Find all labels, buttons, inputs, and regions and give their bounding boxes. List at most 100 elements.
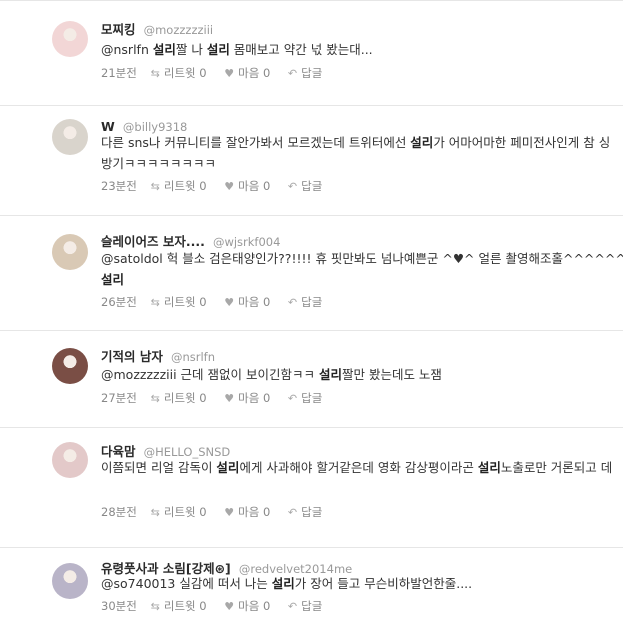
- tweet-header: 기적의 남자 @nsrlfn: [101, 346, 215, 365]
- username-handle[interactable]: @nsrlfn: [171, 350, 215, 364]
- display-name[interactable]: 기적의 남자: [101, 349, 163, 364]
- retweet-button[interactable]: ⇆ 리트윗 0: [151, 178, 207, 194]
- like-button[interactable]: ♥ 마음 0: [224, 178, 270, 194]
- tweet-actions: 27분전 ⇆ 리트윗 0 ♥ 마음 0 ↶ 답글: [101, 390, 336, 406]
- like-button[interactable]: ♥ 마음 0: [224, 504, 270, 520]
- heart-icon: ♥: [224, 67, 235, 80]
- tweet-text: @so740013 실감에 떠서 나는 설리가 장어 들고 무슨비하발언한줄..…: [101, 573, 623, 594]
- timestamp-link[interactable]: 21분전: [101, 65, 147, 81]
- mention-text[interactable]: @nsrlfn: [101, 42, 153, 57]
- username-handle[interactable]: @wjsrkf004: [213, 235, 280, 249]
- highlight-keyword: 설리: [477, 460, 501, 475]
- reply-button[interactable]: ↶ 답글: [288, 294, 322, 310]
- reply-icon: ↶: [287, 506, 298, 519]
- like-button[interactable]: ♥ 마음 0: [224, 294, 270, 310]
- reply-label: 답글: [301, 179, 323, 193]
- timestamp-link[interactable]: 26분전: [101, 294, 147, 310]
- reply-button[interactable]: ↶ 답글: [288, 65, 322, 81]
- retweet-button[interactable]: ⇆ 리트윗 0: [151, 65, 207, 81]
- tweet-text-segment: 가 장어 들고 무슨비하발언한줄....: [294, 576, 473, 591]
- mention-text[interactable]: @so740013 실감에 떠서 나는: [101, 576, 272, 591]
- tweet-item: 다육맘 @HELLO_SNSD 이쯤되면 리얼 감독이 설리에게 사과해야 할거…: [0, 427, 623, 547]
- reply-label: 답글: [301, 505, 323, 519]
- retweet-button[interactable]: ⇆ 리트윗 0: [151, 504, 207, 520]
- mention-text[interactable]: @satoldol 헉 블소 검은태양인가??!!!! 휴 핏만봐도 넘나예쁜군…: [101, 251, 623, 266]
- avatar[interactable]: [52, 563, 88, 599]
- tweet-item: 슬레이어즈 보자.... @wjsrkf004 @satoldol 헉 블소 검…: [0, 215, 623, 330]
- highlight-keyword: 설리: [152, 42, 176, 57]
- tweet-text-segment: 이쯤되면 리얼 감독이: [101, 460, 217, 475]
- display-name[interactable]: 슬레이어즈 보자....: [101, 234, 205, 249]
- highlight-keyword: 설리: [206, 42, 230, 57]
- tweet-text-segment: 다른 sns나 커뮤니티를 잘안가봐서 모르겠는데 트위터에선: [101, 135, 411, 150]
- retweet-button[interactable]: ⇆ 리트윗 0: [151, 598, 207, 614]
- like-button[interactable]: ♥ 마음 0: [224, 390, 270, 406]
- retweet-label: 리트윗 0: [163, 66, 207, 80]
- highlight-keyword: 설리: [216, 460, 240, 475]
- tweet-text: @mozzzzziii 근데 잼없이 보이긴함ㅋㅋ 설리짤만 봤는데도 노잼: [101, 364, 623, 385]
- tweet-text: 이쯤되면 리얼 감독이 설리에게 사과해야 할거같은데 영화 감상평이라곤 설리…: [101, 457, 623, 478]
- tweet-text-segment: 짤만 봤는데도 노잼: [341, 367, 442, 382]
- avatar[interactable]: [52, 119, 88, 155]
- tweet-text: @satoldol 헉 블소 검은태양인가??!!!! 휴 핏만봐도 넘나예쁜군…: [101, 248, 623, 290]
- highlight-keyword: 설리: [410, 135, 434, 150]
- reply-icon: ↶: [287, 296, 298, 309]
- display-name[interactable]: 모찌킹: [101, 22, 136, 37]
- timestamp-link[interactable]: 30분전: [101, 598, 147, 614]
- heart-icon: ♥: [224, 392, 235, 405]
- retweet-label: 리트윗 0: [163, 599, 207, 613]
- reply-label: 답글: [301, 391, 323, 405]
- tweet-text: 다른 sns나 커뮤니티를 잘안가봐서 모르겠는데 트위터에선 설리가 어마어마…: [101, 132, 623, 174]
- timestamp-link[interactable]: 27분전: [101, 390, 147, 406]
- heart-icon: ♥: [224, 600, 235, 613]
- reply-icon: ↶: [287, 600, 298, 613]
- tweet-item: 유령풋사과 소림[강제⊛] @redvelvet2014me @so740013…: [0, 547, 623, 622]
- timestamp-link[interactable]: 23분전: [101, 178, 147, 194]
- tweet-text-segment: 몸매보고 약간 넋 봤는대...: [229, 42, 373, 57]
- tweet-text: @nsrlfn 설리짤 나 설리 몸매보고 약간 넋 봤는대...: [101, 39, 623, 60]
- tweet-item: 기적의 남자 @nsrlfn @mozzzzziii 근데 잼없이 보이긴함ㅋㅋ…: [0, 330, 623, 427]
- reply-button[interactable]: ↶ 답글: [288, 390, 322, 406]
- reply-icon: ↶: [287, 180, 298, 193]
- avatar[interactable]: [52, 21, 88, 57]
- tweet-actions: 23분전 ⇆ 리트윗 0 ♥ 마음 0 ↶ 답글: [101, 178, 336, 194]
- mention-text[interactable]: @mozzzzziii 근데 잼없이 보이긴함ㅋㅋ: [101, 367, 319, 382]
- reply-button[interactable]: ↶ 답글: [288, 178, 322, 194]
- retweet-icon: ⇆: [150, 180, 160, 193]
- retweet-label: 리트윗 0: [163, 295, 207, 309]
- tweet-actions: 28분전 ⇆ 리트윗 0 ♥ 마음 0 ↶ 답글: [101, 504, 336, 520]
- tweet-text-segment: 노출로만 거론되고 데: [500, 460, 613, 475]
- retweet-label: 리트윗 0: [163, 505, 207, 519]
- reply-label: 답글: [301, 295, 323, 309]
- tweet-text-segment: 짤 나: [175, 42, 207, 57]
- tweet-actions: 21분전 ⇆ 리트윗 0 ♥ 마음 0 ↶ 답글: [101, 65, 336, 81]
- retweet-button[interactable]: ⇆ 리트윗 0: [151, 390, 207, 406]
- reply-button[interactable]: ↶ 답글: [288, 504, 322, 520]
- avatar[interactable]: [52, 442, 88, 478]
- tweet-actions: 26분전 ⇆ 리트윗 0 ♥ 마음 0 ↶ 답글: [101, 294, 336, 310]
- reply-label: 답글: [301, 599, 323, 613]
- tweet-item: W @billy9318 다른 sns나 커뮤니티를 잘안가봐서 모르겠는데 트…: [0, 105, 623, 215]
- retweet-label: 리트윗 0: [163, 391, 207, 405]
- reply-label: 답글: [301, 66, 323, 80]
- reply-button[interactable]: ↶ 답글: [288, 598, 322, 614]
- timestamp-link[interactable]: 28분전: [101, 504, 147, 520]
- avatar[interactable]: [52, 348, 88, 384]
- retweet-icon: ⇆: [150, 67, 160, 80]
- tweet-actions: 30분전 ⇆ 리트윗 0 ♥ 마음 0 ↶ 답글: [101, 598, 336, 614]
- retweet-icon: ⇆: [150, 506, 160, 519]
- avatar[interactable]: [52, 234, 88, 270]
- username-handle[interactable]: @mozzzzziii: [144, 23, 214, 37]
- tweet-item: 모찌킹 @mozzzzziii @nsrlfn 설리짤 나 설리 몸매보고 약간…: [0, 0, 623, 105]
- retweet-button[interactable]: ⇆ 리트윗 0: [151, 294, 207, 310]
- tweet-text-segment: 에게 사과해야 할거같은데 영화 감상평이라곤: [239, 460, 478, 475]
- like-label: 마음 0: [238, 295, 271, 309]
- like-label: 마음 0: [238, 599, 271, 613]
- retweet-icon: ⇆: [150, 392, 160, 405]
- heart-icon: ♥: [224, 506, 235, 519]
- like-button[interactable]: ♥ 마음 0: [224, 598, 270, 614]
- retweet-label: 리트윗 0: [163, 179, 207, 193]
- tweet-timeline: 모찌킹 @mozzzzziii @nsrlfn 설리짤 나 설리 몸매보고 약간…: [0, 0, 623, 616]
- like-button[interactable]: ♥ 마음 0: [224, 65, 270, 81]
- retweet-icon: ⇆: [150, 600, 160, 613]
